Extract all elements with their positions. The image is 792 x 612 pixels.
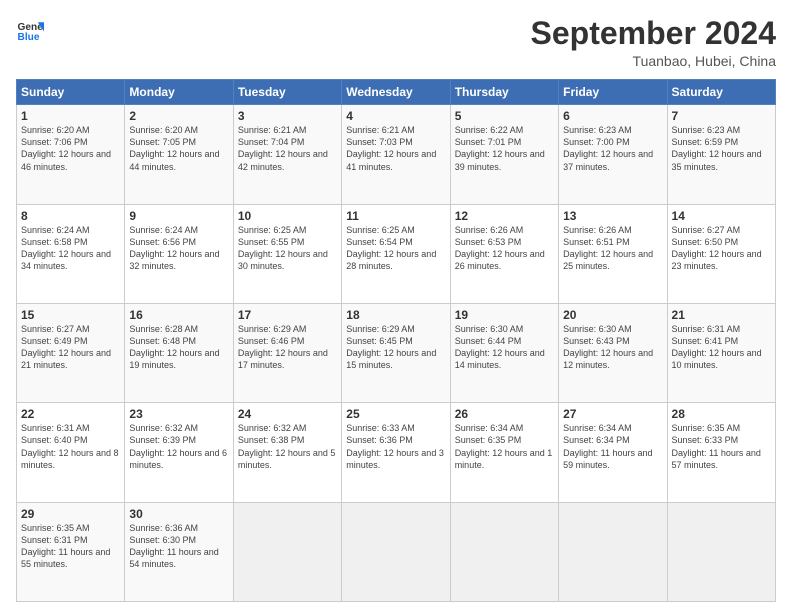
table-row: 11Sunrise: 6:25 AMSunset: 6:54 PMDayligh… xyxy=(342,204,450,303)
table-row xyxy=(667,502,775,601)
col-sunday: Sunday xyxy=(17,80,125,105)
table-row: 19Sunrise: 6:30 AMSunset: 6:44 PMDayligh… xyxy=(450,303,558,402)
table-row xyxy=(559,502,667,601)
col-thursday: Thursday xyxy=(450,80,558,105)
table-row: 6Sunrise: 6:23 AMSunset: 7:00 PMDaylight… xyxy=(559,105,667,204)
col-monday: Monday xyxy=(125,80,233,105)
calendar-table: Sunday Monday Tuesday Wednesday Thursday… xyxy=(16,79,776,602)
table-row: 18Sunrise: 6:29 AMSunset: 6:45 PMDayligh… xyxy=(342,303,450,402)
table-row: 15Sunrise: 6:27 AMSunset: 6:49 PMDayligh… xyxy=(17,303,125,402)
table-row xyxy=(450,502,558,601)
col-tuesday: Tuesday xyxy=(233,80,341,105)
location: Tuanbao, Hubei, China xyxy=(531,53,776,69)
table-row: 7Sunrise: 6:23 AMSunset: 6:59 PMDaylight… xyxy=(667,105,775,204)
logo-icon: General Blue xyxy=(16,16,44,44)
table-row: 3Sunrise: 6:21 AMSunset: 7:04 PMDaylight… xyxy=(233,105,341,204)
table-row: 5Sunrise: 6:22 AMSunset: 7:01 PMDaylight… xyxy=(450,105,558,204)
table-row: 30Sunrise: 6:36 AMSunset: 6:30 PMDayligh… xyxy=(125,502,233,601)
table-row: 23Sunrise: 6:32 AMSunset: 6:39 PMDayligh… xyxy=(125,403,233,502)
table-row: 4Sunrise: 6:21 AMSunset: 7:03 PMDaylight… xyxy=(342,105,450,204)
table-row: 16Sunrise: 6:28 AMSunset: 6:48 PMDayligh… xyxy=(125,303,233,402)
table-row xyxy=(342,502,450,601)
col-wednesday: Wednesday xyxy=(342,80,450,105)
table-row: 10Sunrise: 6:25 AMSunset: 6:55 PMDayligh… xyxy=(233,204,341,303)
table-row: 1Sunrise: 6:20 AMSunset: 7:06 PMDaylight… xyxy=(17,105,125,204)
table-row: 20Sunrise: 6:30 AMSunset: 6:43 PMDayligh… xyxy=(559,303,667,402)
table-row: 21Sunrise: 6:31 AMSunset: 6:41 PMDayligh… xyxy=(667,303,775,402)
month-title: September 2024 xyxy=(531,16,776,51)
table-row: 26Sunrise: 6:34 AMSunset: 6:35 PMDayligh… xyxy=(450,403,558,502)
table-row: 27Sunrise: 6:34 AMSunset: 6:34 PMDayligh… xyxy=(559,403,667,502)
col-saturday: Saturday xyxy=(667,80,775,105)
table-row xyxy=(233,502,341,601)
table-row: 9Sunrise: 6:24 AMSunset: 6:56 PMDaylight… xyxy=(125,204,233,303)
table-row: 2Sunrise: 6:20 AMSunset: 7:05 PMDaylight… xyxy=(125,105,233,204)
table-row: 13Sunrise: 6:26 AMSunset: 6:51 PMDayligh… xyxy=(559,204,667,303)
table-row: 22Sunrise: 6:31 AMSunset: 6:40 PMDayligh… xyxy=(17,403,125,502)
table-row: 24Sunrise: 6:32 AMSunset: 6:38 PMDayligh… xyxy=(233,403,341,502)
table-row: 17Sunrise: 6:29 AMSunset: 6:46 PMDayligh… xyxy=(233,303,341,402)
svg-text:Blue: Blue xyxy=(18,32,40,43)
page-header: General Blue September 2024 Tuanbao, Hub… xyxy=(16,16,776,69)
table-row: 8Sunrise: 6:24 AMSunset: 6:58 PMDaylight… xyxy=(17,204,125,303)
table-row: 29Sunrise: 6:35 AMSunset: 6:31 PMDayligh… xyxy=(17,502,125,601)
logo: General Blue xyxy=(16,16,44,44)
table-row: 12Sunrise: 6:26 AMSunset: 6:53 PMDayligh… xyxy=(450,204,558,303)
table-row: 28Sunrise: 6:35 AMSunset: 6:33 PMDayligh… xyxy=(667,403,775,502)
col-friday: Friday xyxy=(559,80,667,105)
table-row: 14Sunrise: 6:27 AMSunset: 6:50 PMDayligh… xyxy=(667,204,775,303)
title-block: September 2024 Tuanbao, Hubei, China xyxy=(531,16,776,69)
table-row: 25Sunrise: 6:33 AMSunset: 6:36 PMDayligh… xyxy=(342,403,450,502)
calendar-header-row: Sunday Monday Tuesday Wednesday Thursday… xyxy=(17,80,776,105)
